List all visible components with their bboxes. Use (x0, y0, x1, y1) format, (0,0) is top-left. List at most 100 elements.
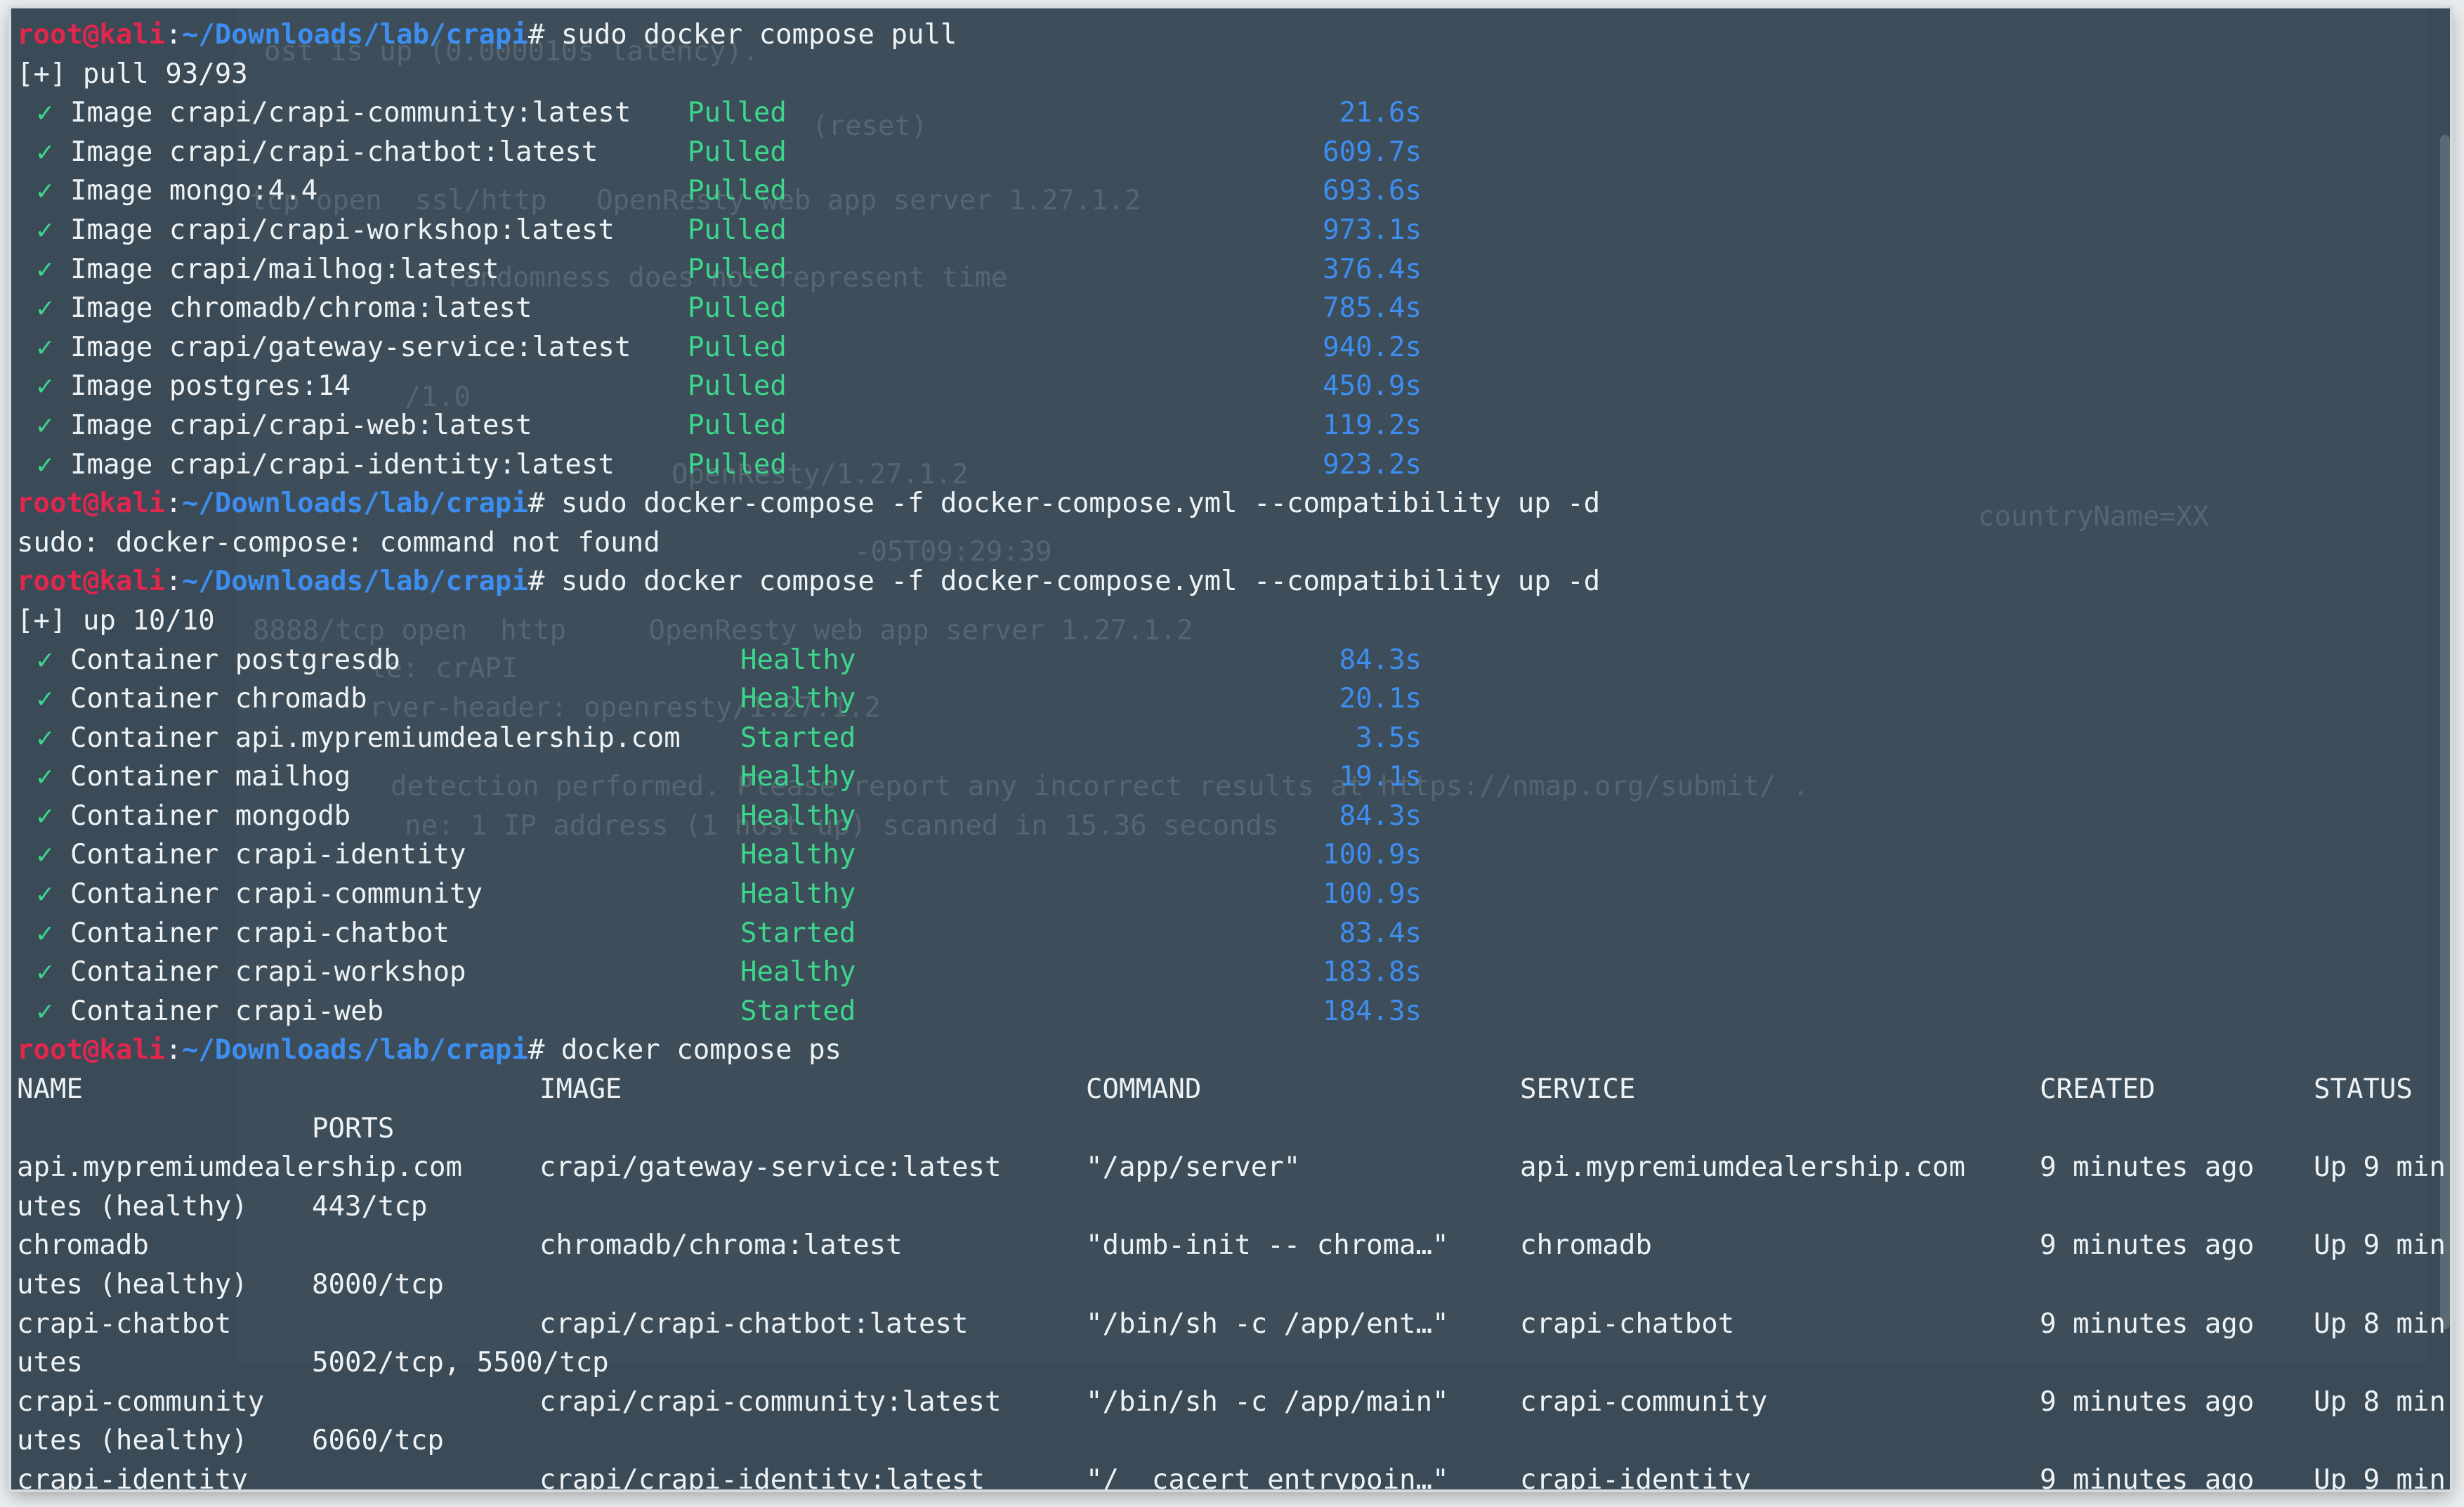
header-image: IMAGE (539, 1074, 622, 1106)
check-icon: ✓ (37, 448, 53, 481)
pull-row: ✓ Image chromadb/chroma:latest Pulled 785.4… (17, 289, 2433, 328)
container-name: Container crapi-workshop (70, 956, 466, 989)
pull-row: ✓ Image mongo:4.4 Pulled 693.6s (17, 171, 2433, 211)
ps-service: crapi-identity (1520, 1463, 1751, 1489)
container-time: 100.9s (1323, 839, 1422, 871)
prompt-hash: # (527, 1034, 545, 1066)
container-row: ✓ Container api.mypremiumdealership.com St… (17, 719, 2433, 758)
ps-name: crapi-chatbot (17, 1307, 232, 1340)
header-name: NAME (17, 1074, 83, 1106)
command-text: docker compose ps (544, 1034, 842, 1066)
container-time: 84.3s (1339, 800, 1422, 832)
image-name: Image crapi/crapi-identity:latest (70, 448, 615, 481)
ps-ports: 443/tcp (312, 1190, 428, 1222)
ps-status-cont: utes (healthy) (17, 1190, 248, 1222)
terminal-window[interactable]: ost is up (0.000010s latency). (reset) t… (11, 8, 2450, 1489)
check-icon: ✓ (37, 956, 53, 989)
ps-image: chromadb/chroma:latest (539, 1229, 903, 1262)
container-name: Container crapi-community (70, 878, 483, 911)
check-icon: ✓ (37, 917, 53, 949)
table-row: crapi-identity crapi/crapi-identity:late… (17, 1461, 2446, 1489)
image-name: Image crapi/crapi-community:latest (70, 97, 631, 129)
ps-image: crapi/crapi-chatbot:latest (539, 1307, 969, 1340)
container-status: Healthy (740, 800, 856, 832)
up-summary: [+] up 10/10 (17, 604, 215, 637)
ps-command: "/app/server" (1086, 1152, 1301, 1184)
container-status: Healthy (740, 644, 856, 676)
check-icon: ✓ (37, 683, 53, 715)
container-status: Started (740, 995, 856, 1027)
ps-status-cont: utes (17, 1347, 83, 1379)
prompt-separator: : (165, 19, 182, 51)
command-text: sudo docker-compose -f docker-compose.ym… (544, 488, 1601, 520)
pull-status: Pulled (688, 253, 787, 285)
prompt-hash: # (527, 488, 545, 520)
ps-service: chromadb (1520, 1229, 1652, 1262)
ps-created: 9 minutes ago (2040, 1385, 2255, 1418)
container-name: Container crapi-identity (70, 839, 466, 871)
image-name: Image crapi/mailhog:latest (70, 253, 499, 285)
header-ports: PORTS (312, 1112, 395, 1144)
pull-row: ✓ Image crapi/crapi-web:latest Pulled 119.2… (17, 406, 2433, 445)
prompt-separator: : (165, 1034, 182, 1066)
ps-status-cont: utes (healthy) (17, 1425, 248, 1457)
prompt-hash: # (527, 19, 545, 51)
pull-status: Pulled (688, 136, 787, 168)
table-row-wrap: utes (healthy) 443/tcp (17, 1187, 2433, 1227)
container-row: ✓ Container postgresdb Healthy 84.3s (17, 641, 2433, 680)
prompt-line: root@kali:~/Downloads/lab/crapi# sudo do… (17, 562, 2433, 601)
ps-ports: 8000/tcp (312, 1269, 444, 1300)
terminal-output: root@kali:~/Downloads/lab/crapi# sudo do… (17, 15, 2446, 1489)
container-status: Started (740, 917, 856, 949)
ps-status: Up 9 min (2314, 1152, 2446, 1184)
check-icon: ✓ (37, 214, 53, 246)
check-icon: ✓ (37, 722, 53, 754)
container-status: Healthy (740, 683, 856, 715)
pull-row: ✓ Image postgres:14 Pulled 450.9s (17, 367, 2433, 406)
image-name: Image crapi/crapi-web:latest (70, 409, 532, 441)
ps-name: chromadb (17, 1229, 149, 1262)
container-name: Container crapi-web (70, 995, 384, 1027)
container-row: ✓ Container crapi-chatbot Started 83.4s (17, 914, 2433, 953)
ps-status: Up 8 min (2314, 1307, 2446, 1340)
ps-status: Up 9 min (2314, 1229, 2446, 1262)
ps-name: crapi-identity (17, 1463, 248, 1489)
image-name: Image crapi/gateway-service:latest (70, 331, 631, 363)
prompt-user: root@kali (17, 566, 166, 598)
container-name: Container crapi-chatbot (70, 917, 450, 949)
check-icon: ✓ (37, 800, 53, 832)
check-icon: ✓ (37, 97, 53, 129)
check-icon: ✓ (37, 370, 53, 403)
check-icon: ✓ (37, 292, 53, 325)
container-time: 183.8s (1323, 956, 1422, 989)
prompt-line: root@kali:~/Downloads/lab/crapi# sudo do… (17, 15, 2433, 55)
container-row: ✓ Container mongodb Healthy 84.3s (17, 797, 2433, 836)
ps-status: Up 9 min (2314, 1463, 2446, 1489)
container-row: ✓ Container crapi-workshop Healthy 183.8s (17, 953, 2433, 992)
pull-row: ✓ Image crapi/crapi-identity:latest Pulled… (17, 445, 2433, 485)
pull-status: Pulled (688, 97, 787, 129)
container-name: Container api.mypremiumdealership.com (70, 722, 681, 754)
container-status: Healthy (740, 839, 856, 871)
ps-status: Up 8 min (2314, 1385, 2446, 1418)
ps-header-row-wrap: PORTS (17, 1109, 2433, 1149)
container-row: ✓ Container crapi-identity Healthy 100.9s (17, 835, 2433, 875)
container-time: 19.1s (1339, 761, 1422, 793)
pull-time: 21.6s (1339, 97, 1422, 129)
pull-status: Pulled (688, 409, 787, 441)
ps-ports: 6060/tcp (312, 1425, 444, 1457)
check-icon: ✓ (37, 995, 53, 1027)
header-service: SERVICE (1520, 1074, 1636, 1106)
command-text: sudo docker compose -f docker-compose.ym… (544, 566, 1601, 598)
pull-time: 693.6s (1323, 175, 1422, 207)
prompt-separator: : (165, 566, 182, 598)
check-icon: ✓ (37, 253, 53, 285)
prompt-user: root@kali (17, 488, 166, 520)
container-name: Container mongodb (70, 800, 351, 832)
container-row: ✓ Container crapi-community Healthy 100.9s (17, 875, 2433, 914)
pull-time: 785.4s (1323, 292, 1422, 325)
check-icon: ✓ (37, 644, 53, 676)
table-row: api.mypremiumdealership.com crapi/gatewa… (17, 1148, 2446, 1187)
pull-status: Pulled (688, 448, 787, 481)
prompt-line: root@kali:~/Downloads/lab/crapi# docker … (17, 1031, 2433, 1070)
